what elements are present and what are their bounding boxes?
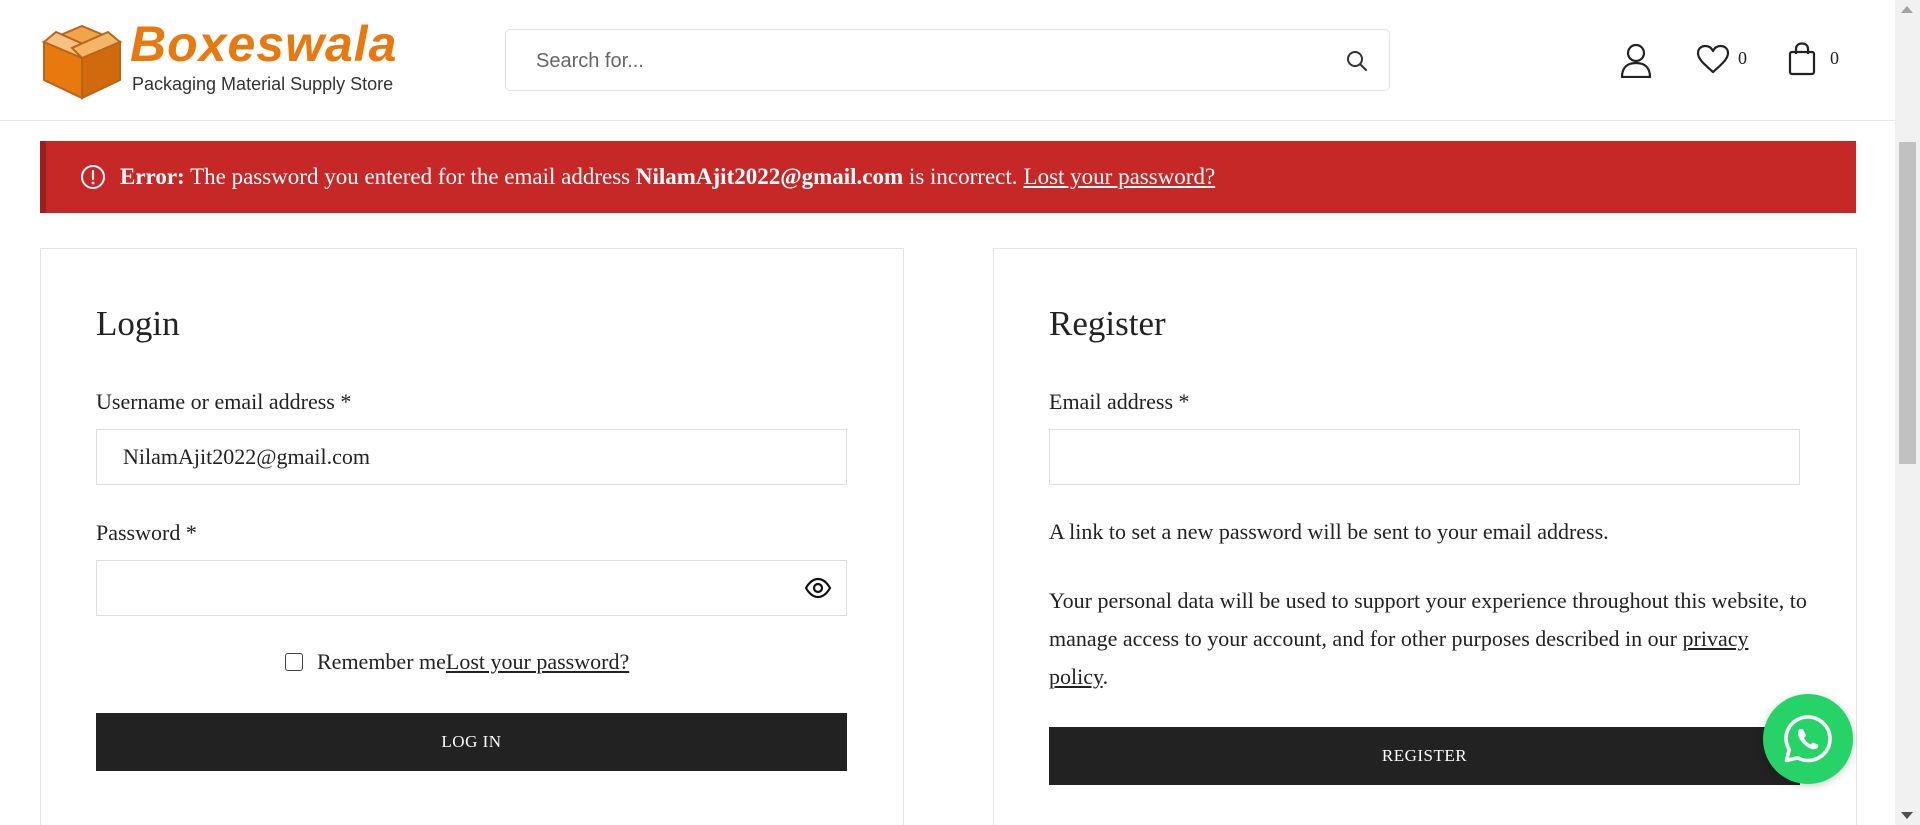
error-label: Error: <box>120 164 185 189</box>
whatsapp-icon <box>1784 715 1832 763</box>
wishlist-button[interactable]: 0 <box>1696 42 1756 78</box>
scroll-down-arrow-icon[interactable] <box>1901 812 1913 819</box>
login-title: Login <box>96 304 180 343</box>
shopping-bag-icon <box>1788 42 1816 76</box>
heart-icon <box>1696 44 1730 74</box>
username-label: Username or email address * <box>96 389 352 414</box>
username-field[interactable] <box>96 429 847 485</box>
search-icon[interactable] <box>1345 49 1369 73</box>
password-label: Password * <box>96 520 197 545</box>
site-header: Boxeswala Packaging Material Supply Stor… <box>0 0 1895 121</box>
remember-me-label: Remember me <box>317 649 446 674</box>
user-icon[interactable] <box>1620 42 1652 78</box>
remember-me-checkbox[interactable] <box>285 653 303 671</box>
password-field[interactable] <box>96 560 847 616</box>
eye-icon[interactable] <box>804 577 832 599</box>
cart-count: 0 <box>1830 48 1839 68</box>
site-logo[interactable]: Boxeswala Packaging Material Supply Stor… <box>40 16 410 103</box>
error-email: NilamAjit2022@gmail.com <box>635 164 904 189</box>
privacy-period: . <box>1102 664 1109 689</box>
error-message-before: The password you entered for the email a… <box>190 164 631 189</box>
remember-row: Remember me Lost your password? <box>285 649 629 675</box>
login-panel: Login Username or email address * Passwo… <box>40 248 904 825</box>
register-panel: Register Email address * A link to set a… <box>993 248 1857 825</box>
search-bar <box>505 29 1390 91</box>
lost-password-link-form[interactable]: Lost your password? <box>446 649 629 675</box>
scroll-thumb[interactable] <box>1899 142 1916 464</box>
error-message-after: is incorrect. <box>908 164 1018 189</box>
register-email-field[interactable] <box>1049 429 1800 485</box>
privacy-notice: Your personal data will be used to suppo… <box>1049 582 1809 696</box>
error-notice: Error: The password you entered for the … <box>40 141 1856 213</box>
password-link-info: A link to set a new password will be sen… <box>1049 519 1609 544</box>
email-label: Email address * <box>1049 389 1190 414</box>
scroll-up-arrow-icon[interactable] <box>1901 6 1913 13</box>
login-button[interactable]: LOG IN <box>96 713 847 771</box>
register-title: Register <box>1049 304 1166 343</box>
cart-button[interactable]: 0 <box>1788 42 1848 78</box>
logo-name: Boxeswala <box>130 16 398 72</box>
exclamation-circle-icon <box>81 165 105 189</box>
register-button[interactable]: REGISTER <box>1049 727 1800 785</box>
page-scrollbar[interactable] <box>1895 0 1920 825</box>
search-input[interactable] <box>536 40 1316 82</box>
lost-password-link[interactable]: Lost your password? <box>1024 164 1216 190</box>
logo-tagline: Packaging Material Supply Store <box>132 74 394 94</box>
wishlist-count: 0 <box>1738 48 1747 68</box>
whatsapp-chat-button[interactable] <box>1763 694 1853 784</box>
box-logo-icon <box>41 24 123 100</box>
error-message: Error: The password you entered for the … <box>120 164 1018 190</box>
